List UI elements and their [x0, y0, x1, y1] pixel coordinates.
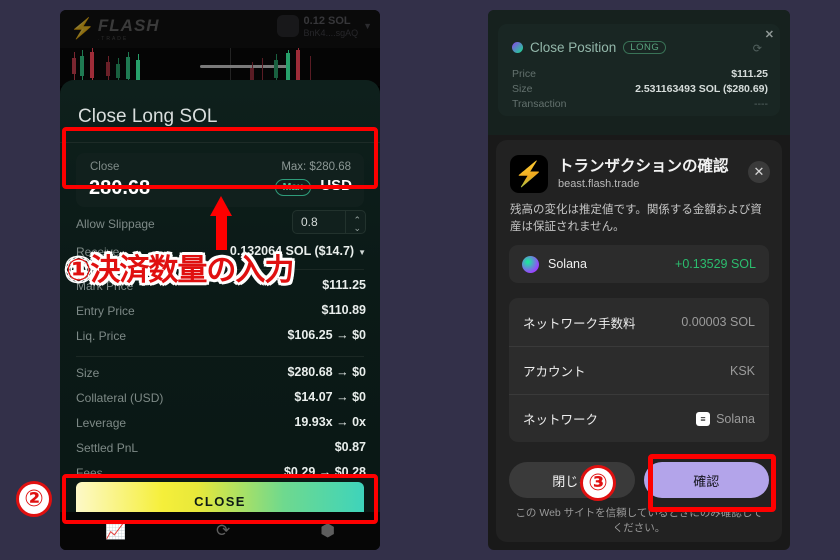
table-row-liq-price: Liq. Price $106.25 → $0 — [60, 325, 380, 350]
row-label: Collateral (USD) — [76, 391, 164, 405]
card-title: Close Position — [530, 40, 617, 55]
brand-name: FLASH — [97, 16, 160, 35]
row-value: 19.93x → 0x — [294, 415, 366, 429]
row-value: 2.531163493 SOL ($280.69) — [635, 83, 768, 95]
row-label: Price — [512, 68, 536, 80]
annotation-caption-1: ①決済数量の入力 — [66, 253, 294, 288]
divider — [76, 356, 364, 357]
flash-logo: ⚡ FLASH .TRADE — [70, 16, 160, 42]
brand-subtitle: .TRADE — [97, 36, 129, 42]
annotation-badge-2: ② — [16, 481, 52, 517]
modal-header: ⚡ トランザクションの確認 beast.flash.trade — [510, 155, 729, 193]
chevron-down-icon: ▼ — [363, 21, 372, 32]
asset-change-row: Solana +0.13529 SOL — [509, 245, 769, 283]
slippage-stepper[interactable]: 0.8 ⌃ ⌄ — [292, 210, 366, 234]
annotation-badge-3: ③ — [580, 465, 616, 501]
flash-bolt-icon: ⚡ — [510, 155, 548, 193]
row-value: $106.25 → $0 — [287, 328, 366, 342]
annotation-highlight-close-button — [62, 474, 378, 524]
close-position-card: ✕ Close Position LONG ⟳ Price $111.25 Si… — [498, 24, 780, 116]
stepper-down-icon[interactable]: ⌄ — [353, 224, 361, 233]
row-label: Entry Price — [76, 304, 135, 318]
table-row-account[interactable]: アカウント KSK — [509, 346, 769, 394]
annotation-arrow-icon — [210, 196, 232, 250]
row-label: アカウント — [523, 365, 586, 379]
table-row-entry-price: Entry Price $110.89 — [60, 300, 380, 325]
page-title: Close Long SOL — [78, 106, 218, 127]
bolt-icon: ⚡ — [70, 18, 95, 40]
card-header: Close Position LONG — [512, 40, 667, 55]
row-value: 0.00003 SOL — [681, 315, 755, 329]
chart-icon[interactable]: 📈 — [105, 521, 126, 541]
row-label: ネットワーク — [523, 413, 599, 427]
row-label: Size — [76, 366, 100, 380]
avatar — [276, 15, 299, 38]
asset-name: Solana — [548, 257, 587, 271]
close-icon[interactable]: ✕ — [765, 28, 774, 41]
row-value: $280.68 → $0 — [287, 365, 366, 379]
solana-square-icon: ≡ — [696, 411, 711, 426]
modal-description: 残高の変化は推定値です。関係する金額および資産は保証されません。 — [510, 204, 762, 233]
row-value: $14.07 → $0 — [294, 390, 366, 404]
row-value: $0.87 — [334, 440, 366, 454]
asset-amount: +0.13529 SOL — [675, 257, 756, 271]
position-backdrop: ✕ Close Position LONG ⟳ Price $111.25 Si… — [488, 10, 790, 135]
dice-icon[interactable]: ⬢ — [320, 521, 335, 541]
close-icon[interactable]: ✕ — [748, 161, 770, 183]
row-value: KSK — [729, 363, 755, 378]
table-row-size: Size $280.68 → $0 — [60, 362, 380, 387]
table-row-collateral: Collateral (USD) $14.07 → $0 — [60, 387, 380, 412]
row-value: Solana — [716, 411, 755, 426]
row-value: $110.89 — [321, 303, 367, 317]
wallet-chip[interactable]: 0.12 SOL BnK4....sgAQ ▼ — [276, 15, 372, 38]
slippage-value[interactable]: 0.8 — [301, 215, 318, 229]
row-label: Leverage — [76, 416, 127, 430]
table-row-network[interactable]: ネットワーク ≡ Solana — [509, 394, 769, 442]
wallet-address: BnK4....sgAQ — [303, 27, 359, 38]
table-row-leverage: Leverage 19.93x → 0x — [60, 412, 380, 437]
row-label: Settled PnL — [76, 441, 139, 455]
app-topbar: ⚡ FLASH .TRADE 0.12 SOL BnK4....sgAQ ▼ — [60, 10, 380, 48]
row-label: Size — [512, 83, 533, 95]
modal-domain: beast.flash.trade — [558, 177, 640, 190]
status-badge: LONG — [623, 41, 667, 54]
modal-title: トランザクションの確認 — [558, 158, 729, 176]
row-value: ---- — [754, 98, 768, 110]
table-row-network-fee: ネットワーク手数料 0.00003 SOL — [509, 298, 769, 346]
solana-icon — [512, 42, 523, 53]
wallet-balance: 0.12 SOL — [303, 15, 351, 27]
row-label: Allow Slippage — [76, 217, 155, 231]
row-value: $111.25 — [731, 68, 768, 80]
row-label: Liq. Price — [76, 329, 127, 343]
transaction-details: ネットワーク手数料 0.00003 SOL アカウント KSK ネットワーク ≡… — [509, 298, 769, 442]
row-label: ネットワーク手数料 — [523, 316, 636, 331]
solana-icon — [522, 255, 539, 273]
row-value-wrap: ≡ Solana — [696, 411, 755, 426]
annotation-highlight-confirm-button — [648, 454, 776, 512]
table-row-settled-pnl: Settled PnL $0.87 — [60, 437, 380, 462]
spinner-icon: ⟳ — [752, 43, 762, 55]
row-label: Transaction — [512, 98, 567, 110]
annotation-highlight-close-field — [62, 127, 378, 189]
swap-icon[interactable]: ⟳ — [216, 521, 230, 541]
